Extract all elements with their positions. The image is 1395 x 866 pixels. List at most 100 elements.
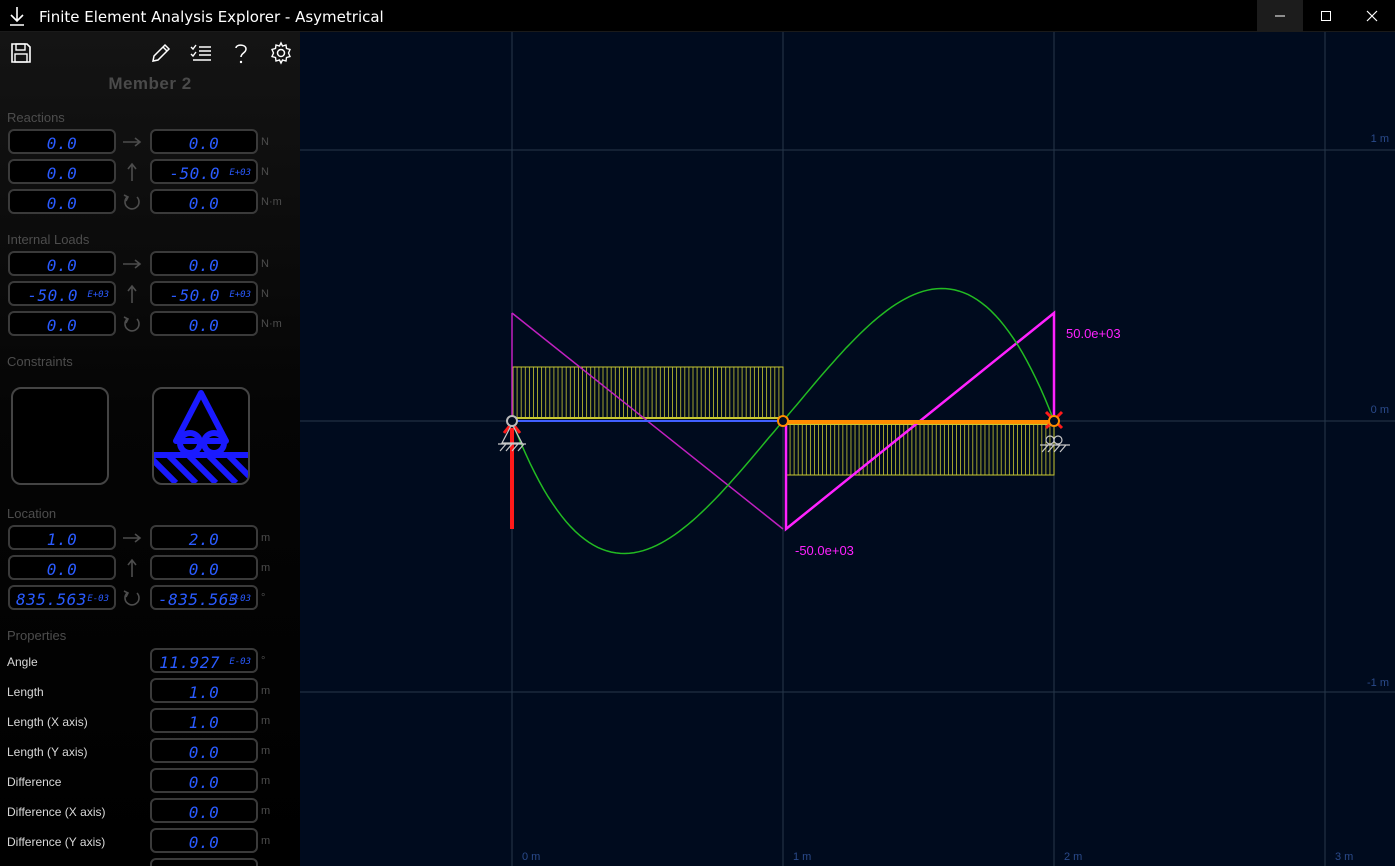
internal-loads-left-field-value: -50.0: [27, 286, 78, 305]
internal-loads-right-field[interactable]: 0.0: [150, 251, 258, 276]
unit-label: m: [261, 775, 271, 787]
property-field-value: 0.0: [188, 803, 220, 822]
close-button[interactable]: [1349, 0, 1395, 32]
properties-label: Properties: [7, 628, 67, 643]
internal-loads-right-field[interactable]: 0.0: [150, 311, 258, 336]
constraints-label: Constraints: [7, 354, 73, 369]
property-field-value: 0.0: [188, 833, 220, 852]
node-2[interactable]: [777, 415, 789, 427]
x-tick-label: 1 m: [793, 851, 811, 863]
location-label: Location: [7, 506, 57, 521]
reactions-right-field-exponent: E+03: [229, 168, 251, 178]
arrow-right-icon: [122, 528, 142, 548]
reactions-left-field-value: 0.0: [46, 134, 78, 153]
location-right-field[interactable]: 0.0: [150, 555, 258, 580]
property-label: Difference (X axis): [7, 805, 106, 819]
unit-label: N: [261, 258, 269, 270]
structure-canvas[interactable]: 0 m 1 m 2 m 3 m 1 m 0 m -1 m 50.0e+03 -5…: [300, 32, 1395, 866]
reactions-left-field[interactable]: 0.0: [8, 159, 116, 184]
location-left-field-value: 835.563: [16, 590, 87, 609]
location-left-field[interactable]: 1.0: [8, 525, 116, 550]
x-tick-label: 2 m: [1064, 851, 1082, 863]
reactions-right-field-value: -50.0: [169, 164, 220, 183]
y-tick-label: -1 m: [1367, 677, 1389, 689]
location-right-field-exponent: E-03: [229, 594, 251, 604]
unit-label: °: [261, 592, 266, 604]
property-field-value: 1.0: [188, 713, 220, 732]
property-field[interactable]: 1.0: [150, 708, 258, 733]
unit-label: °: [261, 655, 266, 667]
internal-loads-left-field-value: 0.0: [46, 256, 78, 275]
unit-label: N: [261, 166, 269, 178]
reactions-label: Reactions: [7, 110, 65, 125]
settings-gear-icon[interactable]: [269, 41, 293, 65]
roller-support-right[interactable]: [1040, 435, 1070, 453]
property-field-value: 11.927: [159, 653, 220, 672]
x-tick-label: 0 m: [522, 851, 540, 863]
minimize-icon: [1275, 15, 1285, 17]
grid: [300, 32, 1395, 866]
save-icon[interactable]: [9, 41, 33, 65]
property-label: Difference (Y axis): [7, 835, 106, 849]
app-window: Finite Element Analysis Explorer - Asyme…: [0, 0, 1395, 866]
unit-label: m: [261, 562, 271, 574]
node-3[interactable]: [1048, 415, 1060, 427]
reactions-left-field-value: 0.0: [46, 164, 78, 183]
location-left-field-value: 1.0: [46, 530, 78, 549]
reactions-right-field[interactable]: -50.0 E+03: [150, 159, 258, 184]
x-tick-label: 3 m: [1335, 851, 1353, 863]
reactions-right-field[interactable]: 0.0: [150, 189, 258, 214]
checklist-icon[interactable]: [189, 41, 213, 65]
internal-loads-label: Internal Loads: [7, 232, 90, 247]
internal-loads-right-field[interactable]: -50.0 E+03: [150, 281, 258, 306]
location-right-field[interactable]: 2.0: [150, 525, 258, 550]
constraint-left-button[interactable]: [11, 387, 109, 485]
arrow-up-icon: [122, 284, 142, 304]
member-title: Member 2: [108, 74, 192, 93]
arrow-up-icon: [122, 558, 142, 578]
internal-loads-right-field-value: -50.0: [169, 286, 220, 305]
reaction-arrow: [502, 420, 522, 529]
property-field[interactable]: 0.0: [150, 768, 258, 793]
property-field[interactable]: 0.0: [150, 738, 258, 763]
node-1[interactable]: [506, 415, 518, 427]
location-right-field-value: 2.0: [188, 530, 220, 549]
constraint-right-button[interactable]: [152, 387, 250, 485]
internal-loads-left-field[interactable]: 0.0: [8, 251, 116, 276]
rotate-ccw-icon: [122, 588, 142, 608]
window-title: Finite Element Analysis Explorer - Asyme…: [39, 8, 384, 26]
minimize-button[interactable]: [1257, 0, 1303, 32]
location-right-field-value: 0.0: [188, 560, 220, 579]
y-tick-label: 1 m: [1371, 133, 1389, 145]
location-left-field[interactable]: 0.0: [8, 555, 116, 580]
maximize-button[interactable]: [1303, 0, 1349, 32]
location-left-field-exponent: E-03: [87, 594, 109, 604]
location-right-field-value: -835.563: [158, 590, 240, 609]
unit-label: N·m: [261, 318, 282, 330]
property-label: Difference: [7, 775, 62, 789]
edit-pencil-icon[interactable]: [149, 41, 173, 65]
property-label: Length (Y axis): [7, 745, 88, 759]
internal-loads-left-field[interactable]: -50.0 E+03: [8, 281, 116, 306]
property-field-value: 1.0: [188, 683, 220, 702]
property-field-partial[interactable]: [150, 858, 258, 866]
property-field[interactable]: 1.0: [150, 678, 258, 703]
property-field-value: 0.0: [188, 773, 220, 792]
property-field[interactable]: 0.0: [150, 828, 258, 853]
reactions-left-field[interactable]: 0.0: [8, 189, 116, 214]
unit-label: N: [261, 288, 269, 300]
location-right-field[interactable]: -835.563 E-03: [150, 585, 258, 610]
reactions-right-field[interactable]: 0.0: [150, 129, 258, 154]
internal-loads-right-field-exponent: E+03: [229, 290, 251, 300]
moment-min-label: -50.0e+03: [795, 543, 854, 558]
help-icon[interactable]: [229, 41, 253, 65]
reactions-left-field[interactable]: 0.0: [8, 129, 116, 154]
internal-loads-left-field[interactable]: 0.0: [8, 311, 116, 336]
unit-label: m: [261, 685, 271, 697]
reactions-right-field-value: 0.0: [188, 194, 220, 213]
property-field[interactable]: 0.0: [150, 798, 258, 823]
moment-max-label: 50.0e+03: [1066, 326, 1121, 341]
property-field[interactable]: 11.927 E-03: [150, 648, 258, 673]
location-left-field[interactable]: 835.563 E-03: [8, 585, 116, 610]
property-label: Length: [7, 685, 44, 699]
